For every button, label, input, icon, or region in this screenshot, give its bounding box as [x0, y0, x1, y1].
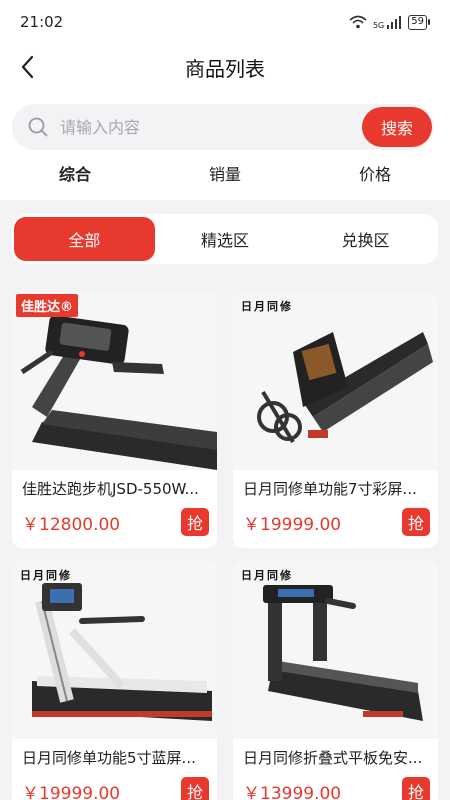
product-name: 日月同修单功能5寸蓝屏... [22, 749, 196, 767]
product-card[interactable]: 日月同修 日月同修折叠式平板免安... ￥13999.00 抢 [233, 561, 438, 800]
battery-level: 59 [408, 14, 427, 30]
product-image [12, 292, 217, 470]
brand-logo: 佳胜达® [16, 294, 79, 317]
tab-price[interactable]: 价格 [300, 156, 450, 194]
grab-button[interactable]: 抢 [402, 777, 430, 800]
filter-all[interactable]: 全部 [14, 217, 155, 261]
product-price: ￥12800.00 [22, 515, 121, 535]
search-icon [28, 117, 48, 137]
tab-comprehensive[interactable]: 综合 [0, 156, 150, 194]
filter-selected[interactable]: 精选区 [155, 217, 296, 261]
back-arrow-icon[interactable] [14, 52, 44, 82]
tab-sales[interactable]: 销量 [150, 156, 300, 194]
product-image [233, 561, 438, 739]
product-name: 日月同修折叠式平板免安... [243, 749, 423, 767]
product-name: 佳胜达跑步机JSD-550W... [22, 480, 199, 498]
battery-icon: 59 [408, 14, 430, 30]
nav-bar: 商品列表 [0, 44, 450, 90]
signal-icon [387, 16, 402, 29]
brand-logo: 日月同修 [241, 569, 293, 582]
sort-tabs: 综合 销量 价格 [0, 156, 450, 194]
search-button[interactable]: 搜索 [362, 107, 432, 147]
search-bar: 搜索 [12, 104, 434, 150]
product-price: ￥19999.00 [22, 784, 121, 800]
search-input[interactable] [60, 117, 362, 137]
filter-exchange[interactable]: 兑换区 [295, 217, 436, 261]
wifi-icon [349, 15, 367, 29]
status-bar: 21:02 5G 59 [0, 0, 450, 44]
status-icons: 5G 59 [349, 14, 430, 30]
product-image [12, 561, 217, 739]
grab-button[interactable]: 抢 [402, 508, 430, 536]
product-name: 日月同修单功能7寸彩屏... [243, 480, 417, 498]
product-card[interactable]: 日月同修 日月同修单功能5寸蓝屏... ￥19999.00 抢 [12, 561, 217, 800]
brand-logo: 日月同修 [241, 300, 293, 313]
brand-logo: 日月同修 [20, 569, 72, 582]
grab-button[interactable]: 抢 [181, 508, 209, 536]
page-title: 商品列表 [185, 56, 265, 81]
filter-tabs: 全部 精选区 兑换区 [12, 214, 438, 264]
product-image [233, 292, 438, 470]
status-time: 21:02 [20, 13, 64, 31]
product-price: ￥13999.00 [243, 784, 342, 800]
product-card[interactable]: 佳胜达® 佳胜达跑步机JSD-550W... ￥12800.00 抢 [12, 292, 217, 548]
network-label: 5G [372, 20, 385, 30]
product-card[interactable]: 日月同修 日月同修单功能7寸彩屏... ￥19999.00 抢 [233, 292, 438, 548]
product-price: ￥19999.00 [243, 515, 342, 535]
grab-button[interactable]: 抢 [181, 777, 209, 800]
